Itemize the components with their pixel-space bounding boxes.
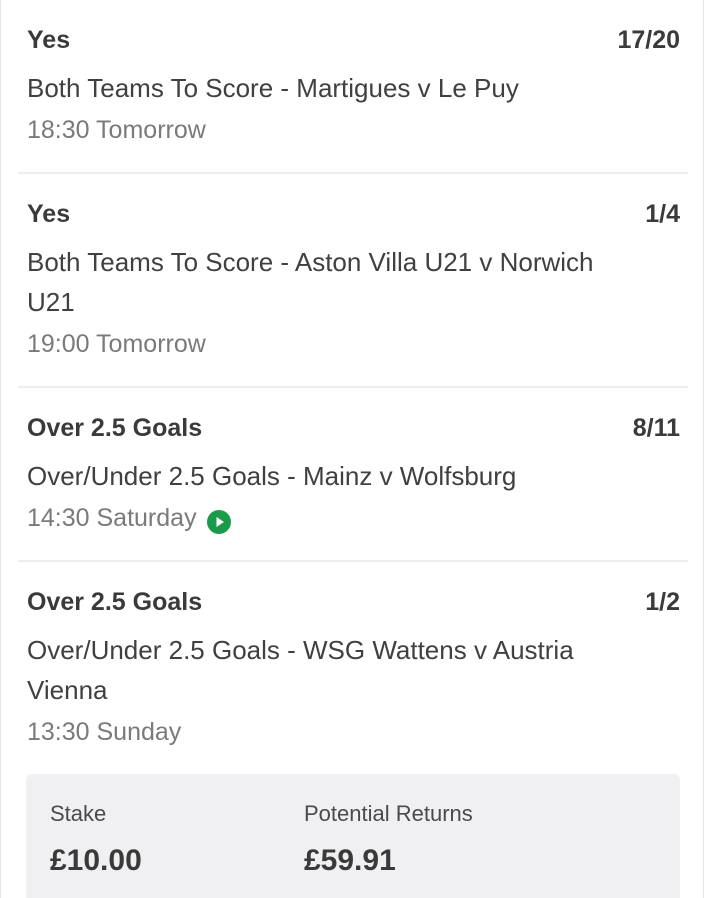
potential-returns-label: Potential Returns xyxy=(304,801,473,826)
selection-item[interactable]: Over 2.5 Goals 1/2 Over/Under 2.5 Goals … xyxy=(18,562,688,782)
selection-item[interactable]: Yes 1/4 Both Teams To Score - Aston Vill… xyxy=(18,174,688,388)
selection-name: Yes xyxy=(27,200,71,228)
selection-odds[interactable]: 17/20 xyxy=(617,26,680,55)
selection-time: 19:00 Tomorrow xyxy=(27,324,680,384)
selection-time: 18:30 Tomorrow xyxy=(27,110,680,170)
selection-odds[interactable]: 1/2 xyxy=(645,588,680,617)
selection-header: Over 2.5 Goals 8/11 xyxy=(27,414,680,448)
selection-time: 14:30 Saturday xyxy=(27,498,680,558)
selection-name: Over 2.5 Goals xyxy=(27,414,203,442)
selection-time-text: 13:30 Sunday xyxy=(27,718,182,746)
stake-value: £10.00 xyxy=(50,844,142,877)
selection-header: Yes 17/20 xyxy=(27,26,680,60)
left-edge-divider xyxy=(0,0,1,898)
stake-column[interactable]: Stake £10.00 xyxy=(50,800,142,878)
potential-returns-value: £59.91 xyxy=(304,844,396,877)
selection-list: Yes 17/20 Both Teams To Score - Martigue… xyxy=(18,0,688,782)
selection-name: Over 2.5 Goals xyxy=(27,588,203,616)
stake-label: Stake xyxy=(50,801,107,826)
selection-odds[interactable]: 1/4 xyxy=(645,200,680,229)
selection-market: Over/Under 2.5 Goals - Mainz v Wolfsburg xyxy=(27,461,517,491)
returns-column: Potential Returns £59.91 xyxy=(304,800,473,878)
selection-market: Both Teams To Score - Aston Villa U21 v … xyxy=(27,247,594,317)
play-circle-icon[interactable] xyxy=(206,506,231,534)
selection-name: Yes xyxy=(27,26,71,54)
stake-summary-panel: Stake £10.00 Potential Returns £59.91 xyxy=(26,774,680,898)
selection-odds[interactable]: 8/11 xyxy=(633,414,680,443)
selection-market: Over/Under 2.5 Goals - WSG Wattens v Aus… xyxy=(27,635,574,705)
selection-time-text: 14:30 Saturday xyxy=(27,504,197,532)
selection-header: Yes 1/4 xyxy=(27,200,680,234)
selection-item[interactable]: Yes 17/20 Both Teams To Score - Martigue… xyxy=(18,0,688,174)
selection-header: Over 2.5 Goals 1/2 xyxy=(27,588,680,622)
selection-time-text: 18:30 Tomorrow xyxy=(27,116,206,144)
selection-time-text: 19:00 Tomorrow xyxy=(27,330,206,358)
selection-item[interactable]: Over 2.5 Goals 8/11 Over/Under 2.5 Goals… xyxy=(18,388,688,562)
selection-market: Both Teams To Score - Martigues v Le Puy xyxy=(27,73,519,103)
selection-time: 13:30 Sunday xyxy=(27,712,680,772)
bet-slip: Yes 17/20 Both Teams To Score - Martigue… xyxy=(0,0,704,898)
